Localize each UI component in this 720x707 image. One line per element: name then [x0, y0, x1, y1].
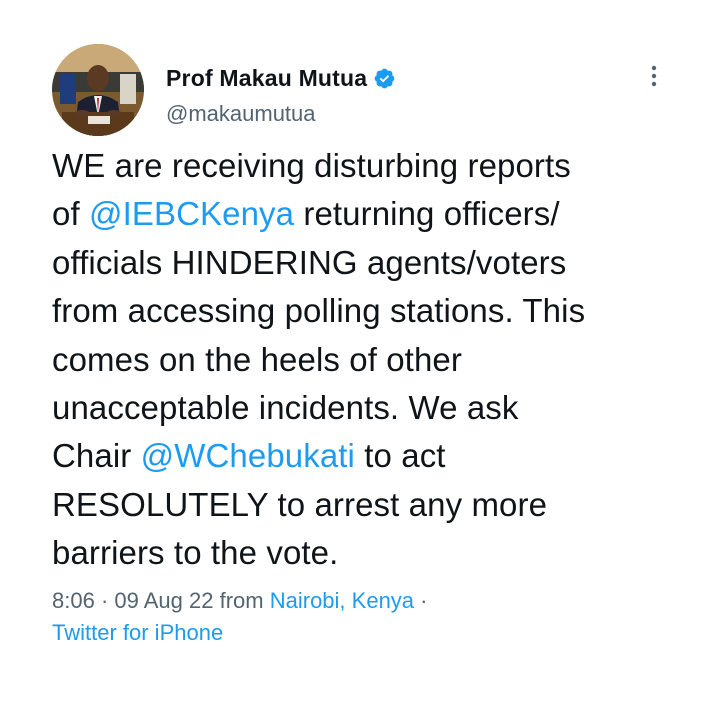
- tweet-text-segment: officials HINDERING agents/voters: [52, 243, 567, 281]
- tweet-text: WE are receiving disturbing reports of @I…: [52, 142, 692, 578]
- mention-link[interactable]: @IEBCKenya: [89, 195, 294, 232]
- tweet-header: Prof Makau Mutua @makaumutua: [52, 44, 668, 136]
- tweet-text-segment: from accessing polling stations. This: [52, 292, 586, 330]
- tweet-client-link[interactable]: Twitter for iPhone: [52, 617, 428, 649]
- tweet-location-link[interactable]: Nairobi, Kenya: [270, 588, 414, 613]
- meta-trailing-separator: ·: [414, 588, 428, 613]
- tweet-date[interactable]: 09 Aug 22: [114, 588, 213, 613]
- tweet-text-line: officials HINDERING agents/voters: [52, 239, 692, 287]
- meta-from-label: from: [213, 588, 270, 613]
- tweet-meta: 8:06 · 09 Aug 22 from Nairobi, Kenya · T…: [52, 585, 428, 649]
- author-names: Prof Makau Mutua @makaumutua: [166, 64, 396, 127]
- tweet-text-line: RESOLUTELY to arrest any more: [52, 481, 692, 529]
- tweet-text-segment: Chair: [52, 437, 141, 475]
- tweet-text-segment: unacceptable incidents. We ask: [52, 389, 519, 427]
- mention-link[interactable]: @WChebukati: [141, 437, 355, 474]
- tweet-text-segment: WE are receiving disturbing reports: [52, 147, 571, 184]
- meta-separator: ·: [94, 588, 115, 613]
- tweet-text-line: unacceptable incidents. We ask: [52, 384, 692, 432]
- tweet-text-segment: barriers to the vote.: [52, 534, 339, 572]
- tweet-time[interactable]: 8:06: [52, 588, 95, 613]
- tweet-text-line: of @IEBCKenya returning officers/: [52, 190, 692, 238]
- tweet-text-segment: comes on the heels of other: [52, 340, 462, 378]
- more-vertical-icon[interactable]: [644, 62, 664, 92]
- display-name-row: Prof Makau Mutua: [166, 64, 396, 92]
- verified-badge-icon: [373, 67, 396, 90]
- tweet-card: Prof Makau Mutua @makaumutua WE are rece…: [0, 0, 720, 707]
- tweet-text-segment: of: [52, 195, 89, 233]
- author-avatar[interactable]: [52, 44, 144, 136]
- tweet-text-line: Chair @WChebukati to act: [52, 432, 692, 480]
- tweet-text-segment: returning officers/: [294, 195, 560, 233]
- tweet-text-segment: to act: [354, 437, 446, 475]
- tweet-text-line: from accessing polling stations. This: [52, 287, 692, 335]
- tweet-text-line: WE are receiving disturbing reports: [52, 142, 692, 190]
- author-handle[interactable]: @makaumutua: [166, 101, 396, 127]
- tweet-text-line: barriers to the vote.: [52, 529, 692, 577]
- author-display-name[interactable]: Prof Makau Mutua: [166, 65, 367, 92]
- profile-photo-icon: [52, 44, 144, 136]
- meta-row-1: 8:06 · 09 Aug 22 from Nairobi, Kenya ·: [52, 585, 428, 617]
- tweet-text-segment: RESOLUTELY to arrest any more: [52, 485, 548, 523]
- tweet-text-line: comes on the heels of other: [52, 336, 692, 384]
